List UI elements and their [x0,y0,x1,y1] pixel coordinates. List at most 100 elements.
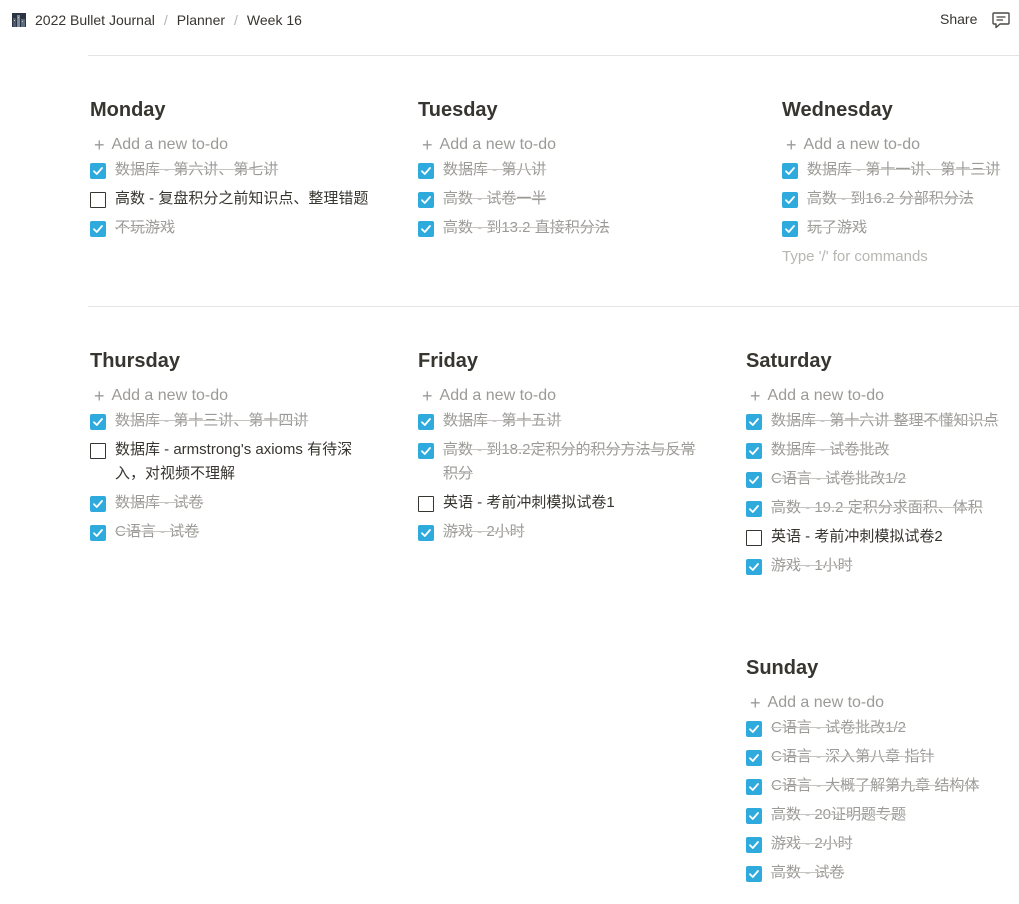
checkbox-checked[interactable] [418,443,434,459]
checkbox-checked[interactable] [746,414,762,430]
checkbox-checked[interactable] [746,721,762,737]
checkbox-checked[interactable] [746,472,762,488]
todo-list: 数据库 - 第十六讲 整理不懂知识点 数据库 - 试卷批改 C语言 - 试卷批改1/… [746,412,1019,578]
todo-text[interactable]: 数据库 - 第六讲、第七讲 [115,158,278,182]
day-heading: Saturday [746,350,832,372]
todo-text[interactable]: 游戏 - 1小时 [771,554,853,578]
todo-item: 高数 - 试卷一半 [418,190,718,211]
checkbox-unchecked[interactable] [418,496,434,512]
todo-text[interactable]: 数据库 - 第十六讲 整理不懂知识点 [771,409,999,433]
todo-text[interactable]: 高数 - 到13.2 直接积分法 [443,216,610,240]
share-button[interactable]: Share [940,11,977,27]
checkbox-checked[interactable] [782,221,798,237]
add-todo-label: Add a new to-do [111,136,229,153]
todo-text[interactable]: 英语 - 考前冲刺模拟试卷2 [771,525,943,549]
todo-text[interactable]: 游戏 - 2小时 [771,832,853,856]
add-todo-button[interactable]: + Add a new to-do [90,380,380,412]
add-todo-button[interactable]: + Add a new to-do [782,129,1019,161]
checkbox-checked[interactable] [746,866,762,882]
breadcrumb-item-planner[interactable]: Planner [177,12,225,28]
todo-text[interactable]: 高数 - 19.2 定积分求面积、体积 [771,496,983,520]
todo-text[interactable]: 玩了游戏 [807,216,867,240]
todo-text[interactable]: 高数 - 20证明题专题 [771,803,906,827]
todo-text[interactable]: 数据库 - 第十一讲、第十三讲 [807,158,1000,182]
todo-text[interactable]: 高数 - 试卷一半 [443,187,546,211]
command-placeholder[interactable]: Type '/' for commands [782,248,1019,265]
checkbox-unchecked[interactable] [90,443,106,459]
checkbox-checked[interactable] [746,501,762,517]
add-todo-label: Add a new to-do [803,136,921,153]
todo-text[interactable]: 游戏 - 2小时 [443,520,525,544]
check-icon [749,812,759,820]
todo-text[interactable]: C语言 - 试卷 [115,520,199,544]
breadcrumb-item-week[interactable]: Week 16 [247,12,302,28]
add-todo-button[interactable]: + Add a new to-do [418,380,708,412]
check-icon [749,476,759,484]
checkbox-checked[interactable] [90,163,106,179]
checkbox-checked[interactable] [746,750,762,766]
todo-item: 游戏 - 2小时 [418,523,708,544]
day-column-sunday: Sunday + Add a new to-do C语言 - 试卷批改1/2 C语言… [746,655,1019,893]
todo-item: 高数 - 20证明题专题 [746,806,1019,827]
checkbox-checked[interactable] [418,192,434,208]
todo-text[interactable]: 高数 - 试卷 [771,861,844,885]
todo-text[interactable]: 数据库 - 试卷 [115,491,203,515]
todo-text[interactable]: 数据库 - 第八讲 [443,158,546,182]
todo-text[interactable]: C语言 - 大概了解第九章 结构体 [771,774,979,798]
todo-text[interactable]: 高数 - 复盘积分之前知识点、整理错题 [115,187,368,211]
checkbox-checked[interactable] [418,221,434,237]
todo-text[interactable]: C语言 - 深入第八章 指针 [771,745,934,769]
checkbox-checked[interactable] [90,221,106,237]
check-icon [749,725,759,733]
todo-text[interactable]: 数据库 - armstrong's axioms 有待深入，对视频不理解 [115,438,380,486]
plus-icon: + [94,386,105,406]
add-todo-button[interactable]: + Add a new to-do [418,129,718,161]
checkbox-checked[interactable] [746,837,762,853]
todo-text[interactable]: C语言 - 试卷批改1/2 [771,467,906,491]
add-todo-button[interactable]: + Add a new to-do [746,687,1019,719]
check-icon [421,196,431,204]
todo-item: 数据库 - 第十一讲、第十三讲 [782,161,1019,182]
todo-text[interactable]: 数据库 - 第十三讲、第十四讲 [115,409,308,433]
checkbox-unchecked[interactable] [746,530,762,546]
add-todo-button[interactable]: + Add a new to-do [90,129,380,161]
checkbox-checked[interactable] [782,192,798,208]
todo-text[interactable]: 高数 - 到18.2定积分的积分方法与反常积分 [443,438,708,486]
check-icon [421,529,431,537]
todo-text[interactable]: 数据库 - 试卷批改 [771,438,889,462]
checkbox-checked[interactable] [746,443,762,459]
checkbox-checked[interactable] [746,779,762,795]
add-todo-label: Add a new to-do [439,136,557,153]
checkbox-checked[interactable] [746,559,762,575]
add-todo-button[interactable]: + Add a new to-do [746,380,1019,412]
checkbox-checked[interactable] [90,525,106,541]
checkbox-checked[interactable] [782,163,798,179]
todo-text[interactable]: 不玩游戏 [115,216,175,240]
todo-text[interactable]: 英语 - 考前冲刺模拟试卷1 [443,491,615,515]
todo-item: 数据库 - 试卷批改 [746,441,1019,462]
checkbox-checked[interactable] [90,414,106,430]
checkbox-unchecked[interactable] [90,192,106,208]
todo-text[interactable]: C语言 - 试卷批改1/2 [771,716,906,740]
checkbox-checked[interactable] [418,414,434,430]
todo-item: 数据库 - armstrong's axioms 有待深入，对视频不理解 [90,441,380,486]
day-heading: Tuesday [418,99,498,121]
todo-text[interactable]: 高数 - 到16.2 分部积分法 [807,187,974,211]
check-icon [749,418,759,426]
checkbox-checked[interactable] [418,163,434,179]
checkbox-checked[interactable] [418,525,434,541]
todo-text[interactable]: 数据库 - 第十五讲 [443,409,561,433]
check-icon [421,418,431,426]
top-bar: 2022 Bullet Journal / Planner / Week 16 … [0,0,1019,42]
todo-list: 数据库 - 第八讲 高数 - 试卷一半高数 - 到13.2 直接积分法 [418,161,718,240]
check-icon [421,167,431,175]
breadcrumb-item-journal[interactable]: 2022 Bullet Journal [35,12,155,28]
add-todo-label: Add a new to-do [111,387,229,404]
checkbox-checked[interactable] [90,496,106,512]
comment-icon[interactable] [991,10,1013,32]
day-column-thursday: Thursday + Add a new to-do 数据库 - 第十三讲、第十四… [90,348,380,552]
todo-item: 数据库 - 第十五讲 [418,412,708,433]
check-icon [749,783,759,791]
plus-icon: + [94,135,105,155]
checkbox-checked[interactable] [746,808,762,824]
